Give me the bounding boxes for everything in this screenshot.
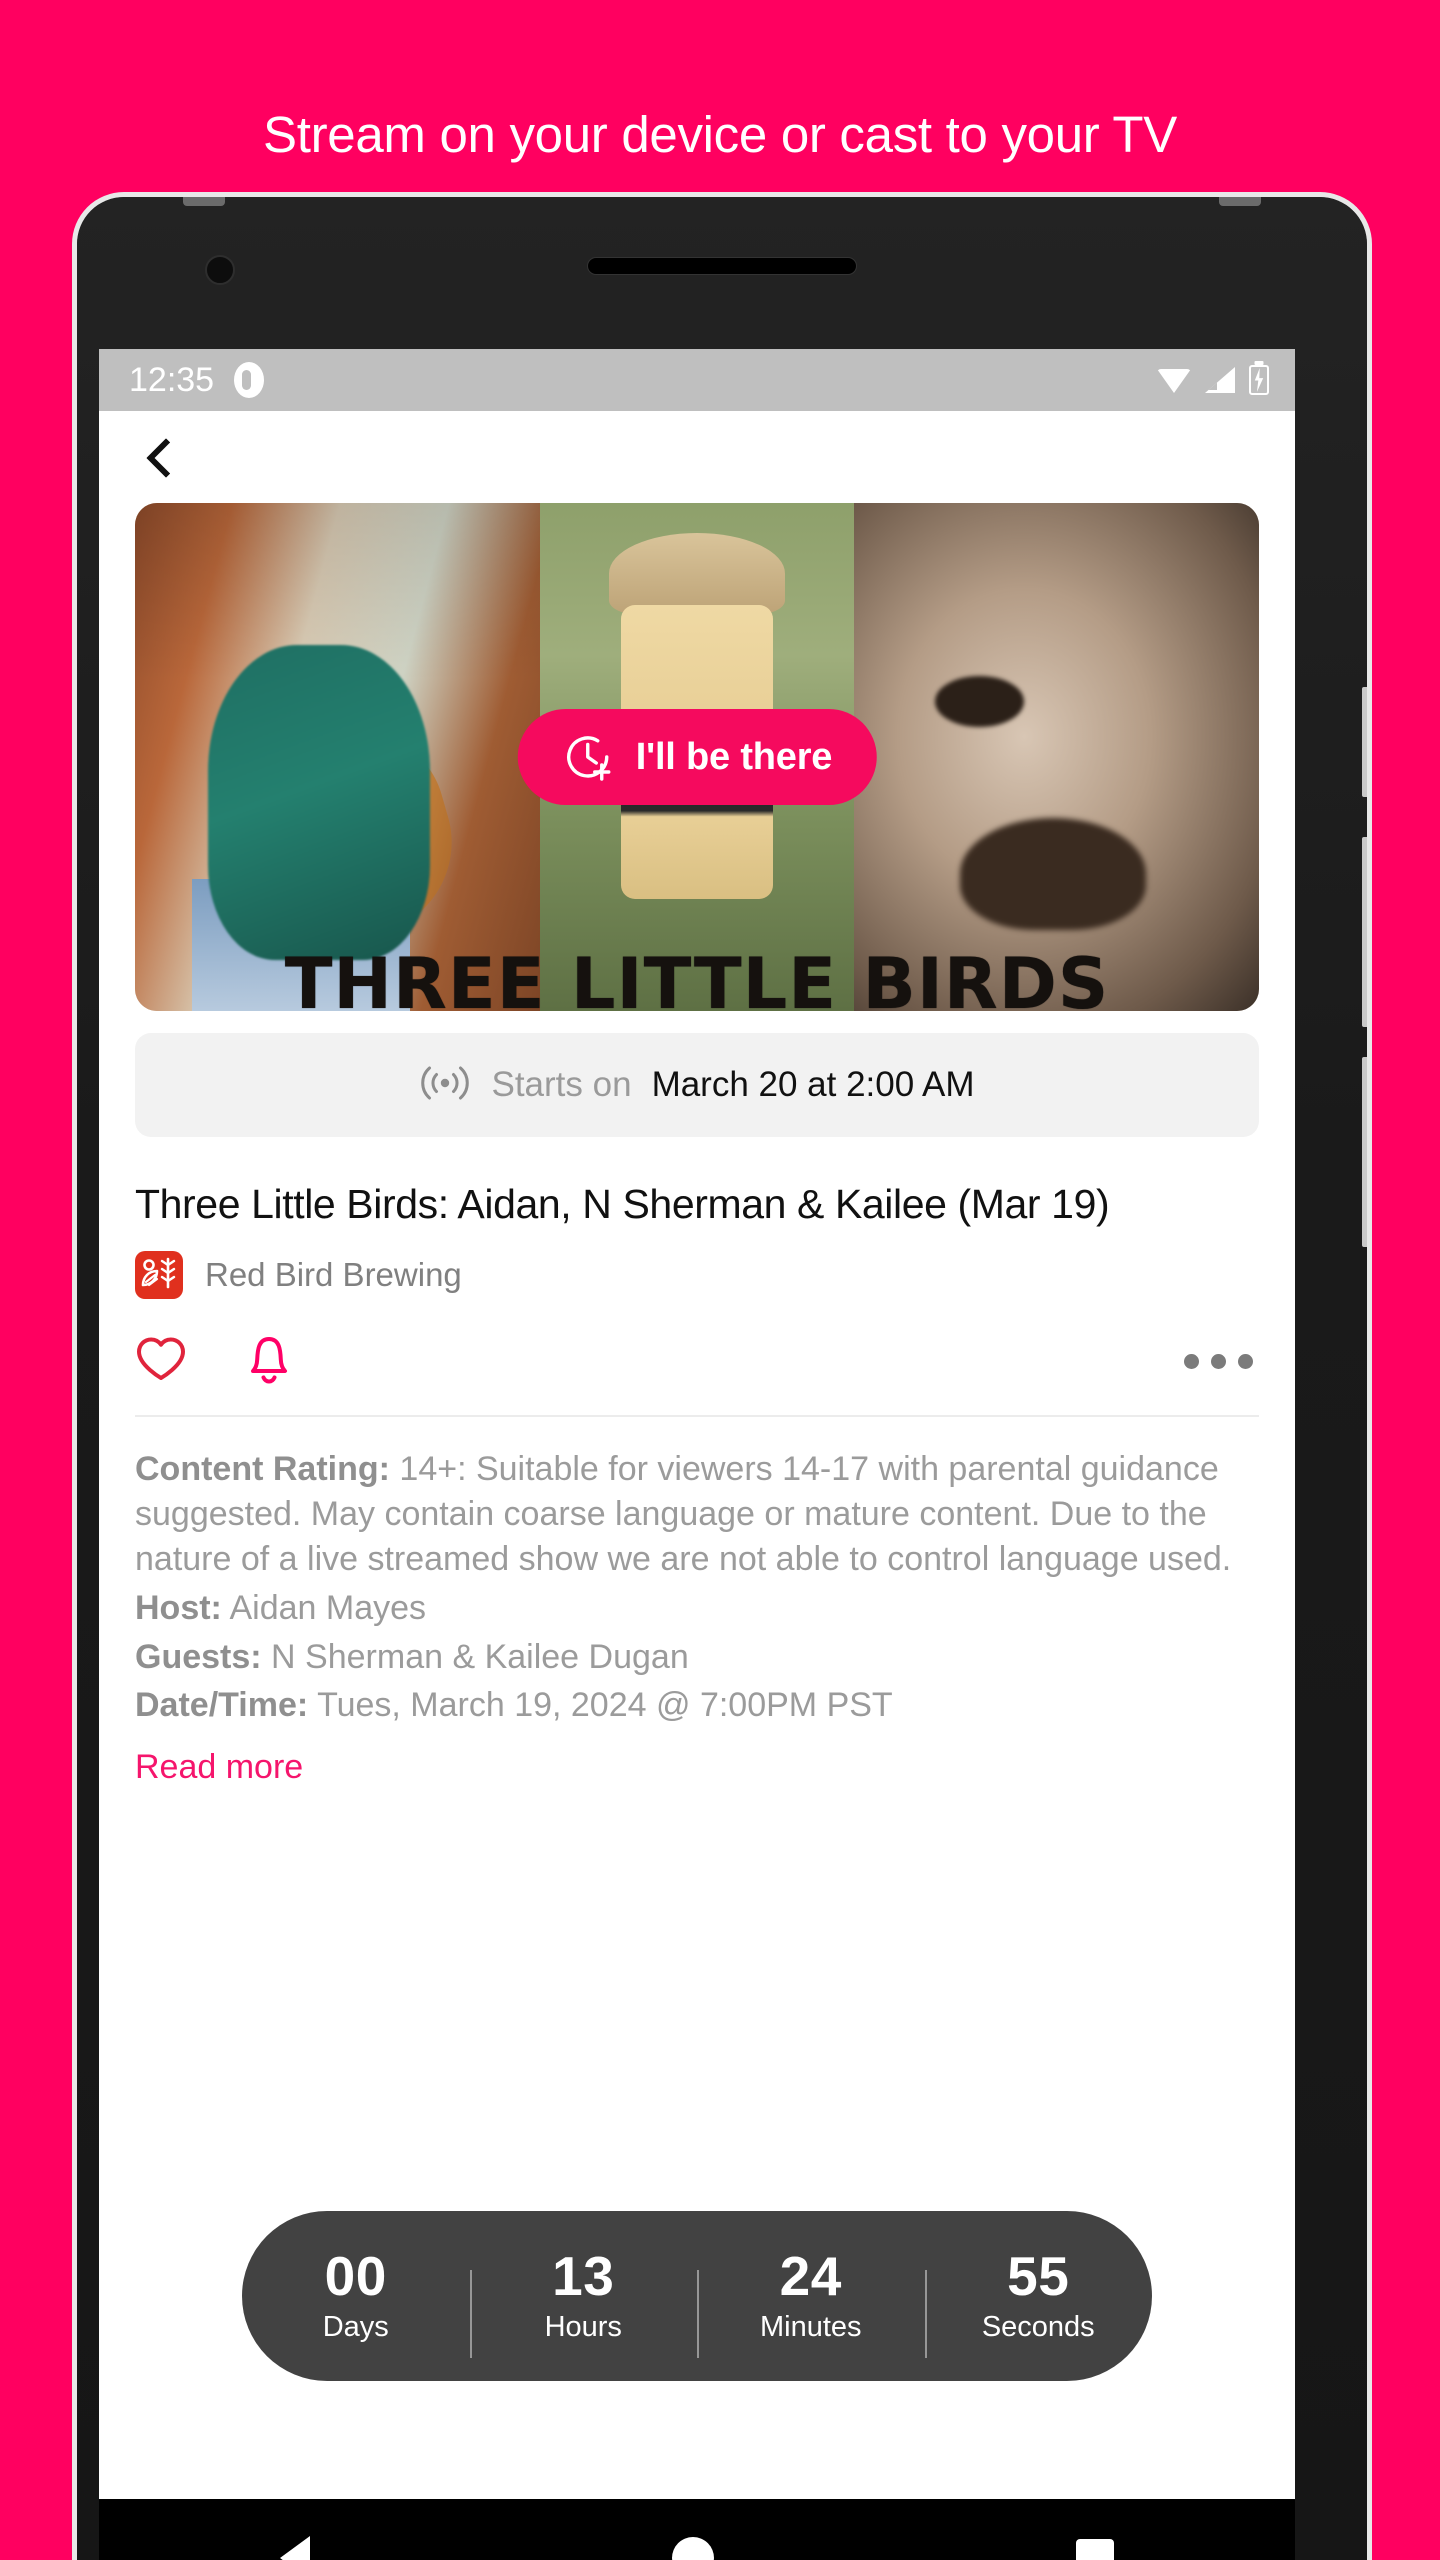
phone-side-button-power	[1362, 687, 1367, 797]
phone-earpiece-speaker	[587, 257, 857, 275]
app-notification-icon	[234, 362, 265, 398]
wifi-icon	[1157, 367, 1191, 393]
chevron-left-icon[interactable]	[143, 440, 177, 474]
status-bar-left: 12:35	[129, 360, 265, 400]
phone-notch-left	[183, 197, 225, 206]
venue-row[interactable]: Red Bird Brewing	[135, 1251, 1259, 1300]
clock-plus-icon	[562, 731, 614, 783]
countdown-minutes-label: Minutes	[759, 2311, 862, 2344]
app-content: THREE LITTLE BIRDS I'll be there Starts …	[99, 411, 1295, 2499]
countdown-seconds-label: Seconds	[981, 2311, 1095, 2344]
content-rating-paragraph: Content Rating: 14+: Suitable for viewer…	[135, 1447, 1259, 1582]
countdown-unit-days: 00 Days	[242, 2244, 470, 2345]
guests-value: N Sherman & Kailee Dugan	[271, 1637, 689, 1676]
countdown-days-value: 00	[324, 2244, 387, 2307]
phone-side-button-volume-up	[1362, 837, 1367, 1027]
host-label: Host:	[135, 1588, 222, 1627]
countdown-days-label: Days	[322, 2311, 389, 2344]
notify-button[interactable]	[245, 1331, 293, 1392]
phone-screen: 12:35 THREE LITTLE BIRDS I'll be there S…	[99, 349, 1295, 2560]
ill-be-there-label: I'll be there	[635, 735, 833, 778]
status-clock: 12:35	[129, 360, 215, 399]
host-value: Aidan Mayes	[229, 1588, 427, 1627]
venue-name: Red Bird Brewing	[205, 1256, 462, 1294]
heart-outline-icon	[135, 1335, 187, 1388]
android-back-icon[interactable]	[280, 2536, 310, 2560]
phone-front-camera	[205, 255, 235, 285]
phone-device-frame: 12:35 THREE LITTLE BIRDS I'll be there S…	[72, 192, 1372, 2560]
countdown-minutes-value: 24	[779, 2244, 842, 2307]
more-dot	[1238, 1353, 1253, 1369]
more-horizontal-icon[interactable]	[1184, 1353, 1259, 1369]
countdown-unit-minutes: 24 Minutes	[697, 2244, 925, 2358]
battery-charging-icon	[1249, 365, 1269, 395]
event-description: Content Rating: 14+: Suitable for viewer…	[135, 1447, 1259, 1728]
hero-panel-right	[854, 503, 1259, 1011]
event-title: Three Little Birds: Aidan, N Sherman & K…	[135, 1181, 1110, 1227]
status-bar-right	[1157, 365, 1269, 395]
read-more-link[interactable]: Read more	[135, 1748, 303, 1787]
countdown-unit-seconds: 55 Seconds	[924, 2244, 1153, 2358]
promo-headline: Stream on your device or cast to your TV	[263, 106, 1177, 163]
broadcast-live-icon	[419, 1062, 471, 1109]
countdown-unit-hours: 13 Hours	[469, 2244, 698, 2358]
event-hero-image[interactable]: THREE LITTLE BIRDS I'll be there	[135, 503, 1259, 1011]
content-rating-label: Content Rating:	[135, 1450, 390, 1489]
starts-on-prefix: Starts on	[491, 1065, 632, 1104]
app-nav-bar	[99, 411, 1295, 503]
red-bird-brewing-logo	[135, 1251, 183, 1300]
datetime-value: Tues, March 19, 2024 @ 7:00PM PST	[317, 1686, 893, 1725]
hero-poster-title: THREE LITTLE BIRDS	[284, 943, 1110, 1011]
phone-side-button-volume-down	[1362, 1057, 1367, 1247]
android-system-nav-bar	[99, 2499, 1295, 2560]
guests-label: Guests:	[135, 1637, 262, 1676]
event-start-bar: Starts on March 20 at 2:00 AM	[135, 1033, 1259, 1137]
starts-on-value: March 20 at 2:00 AM	[651, 1065, 975, 1104]
ill-be-there-button[interactable]: I'll be there	[517, 709, 877, 805]
countdown-hours-label: Hours	[544, 2311, 622, 2344]
phone-notch-right	[1219, 197, 1261, 206]
host-paragraph: Host: Aidan Mayes	[135, 1586, 1259, 1631]
android-recents-icon[interactable]	[1076, 2539, 1114, 2560]
countdown-hours-value: 13	[552, 2244, 615, 2307]
countdown-timer: 00 Days 13 Hours 24 Minutes 55 Seconds	[242, 2211, 1152, 2381]
datetime-paragraph: Date/Time: Tues, March 19, 2024 @ 7:00PM…	[135, 1683, 1259, 1728]
status-bar: 12:35	[99, 349, 1295, 411]
hero-guitar-shape	[216, 711, 475, 965]
countdown-seconds-value: 55	[1007, 2244, 1070, 2307]
more-dot	[1184, 1353, 1199, 1369]
guests-paragraph: Guests: N Sherman & Kailee Dugan	[135, 1635, 1259, 1680]
event-actions-row	[135, 1331, 1259, 1418]
datetime-label: Date/Time:	[135, 1686, 309, 1725]
more-dot	[1211, 1353, 1226, 1369]
android-home-icon[interactable]	[672, 2537, 714, 2560]
hero-panel-left	[135, 503, 540, 1011]
cellular-signal-icon	[1205, 367, 1235, 393]
bell-outline-icon	[245, 1331, 293, 1392]
favorite-button[interactable]	[135, 1335, 187, 1388]
